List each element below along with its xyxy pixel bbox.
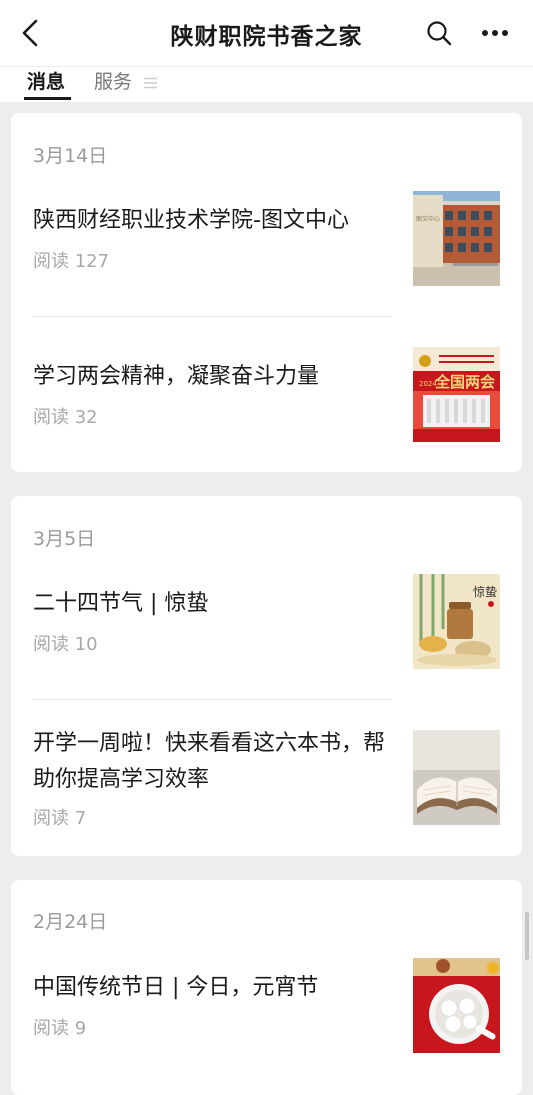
group-date: 3月14日 [33,145,108,167]
date-group-card: 3月5日 二十四节气 | 惊蛰 阅读 10 惊蛰 开学一周啦！快来看看这六本书，… [11,496,522,856]
article-item[interactable]: 开学一周啦！快来看看这六本书，帮助你提高学习效率 阅读 7 [11,718,522,843]
article-thumbnail-tangyuan [413,958,500,1053]
article-read-count: 阅读 32 [33,407,98,428]
top-bar: 陕财职院书香之家 [0,0,533,66]
tab-bar: 消息 服务 [0,66,533,102]
thumbnail-banner-text: 全国两会 [434,373,495,391]
active-tab-indicator [24,97,71,100]
tab-services[interactable]: 服务 [94,67,158,100]
article-thumbnail-jingzhe: 惊蛰 [413,574,500,669]
tab-services-label: 服务 [94,71,133,93]
menu-lines-icon [144,77,158,88]
article-thumbnail-building: 图文中心 [413,191,500,286]
search-icon[interactable] [426,20,452,46]
thumbnail-calligraphy-text: 惊蛰 [473,584,497,599]
article-title: 开学一周啦！快来看看这六本书，帮助你提高学习效率 [33,731,386,792]
article-read-count: 阅读 7 [33,808,87,829]
article-read-count: 阅读 9 [33,1018,87,1039]
thumbnail-sign-text: 图文中心 [416,215,440,223]
divider [33,316,391,317]
tab-messages[interactable]: 消息 [24,67,71,100]
divider [33,699,391,700]
article-title: 二十四节气 | 惊蛰 [33,591,209,616]
article-thumbnail-book [413,730,500,825]
article-title: 学习两会精神，凝聚奋斗力量 [33,364,320,389]
article-item[interactable]: 中国传统节日 | 今日，元宵节 阅读 9 [11,958,522,1068]
article-thumbnail-lianghui: 2024 全国两会 [413,347,500,442]
scrollbar[interactable] [525,912,529,960]
article-item[interactable]: 学习两会精神，凝聚奋斗力量 阅读 32 2024 全国两会 [11,347,522,457]
date-group-card: 3月14日 陕西财经职业技术学院-图文中心 阅读 127 图文中心 学习两会精神… [11,113,522,472]
page-title: 陕财职院书香之家 [170,24,363,50]
article-read-count: 阅读 127 [33,251,110,272]
article-item[interactable]: 二十四节气 | 惊蛰 阅读 10 惊蛰 [11,574,522,699]
group-date: 3月5日 [33,528,96,550]
article-title: 陕西财经职业技术学院-图文中心 [33,208,349,233]
date-group-card: 2月24日 中国传统节日 | 今日，元宵节 阅读 9 [11,880,522,1095]
article-item[interactable]: 陕西财经职业技术学院-图文中心 阅读 127 图文中心 [11,191,522,316]
more-dots-icon[interactable] [480,20,510,46]
group-date: 2月24日 [33,911,108,933]
tab-messages-label: 消息 [27,71,66,93]
article-read-count: 阅读 10 [33,634,98,655]
article-title: 中国传统节日 | 今日，元宵节 [33,975,319,1000]
